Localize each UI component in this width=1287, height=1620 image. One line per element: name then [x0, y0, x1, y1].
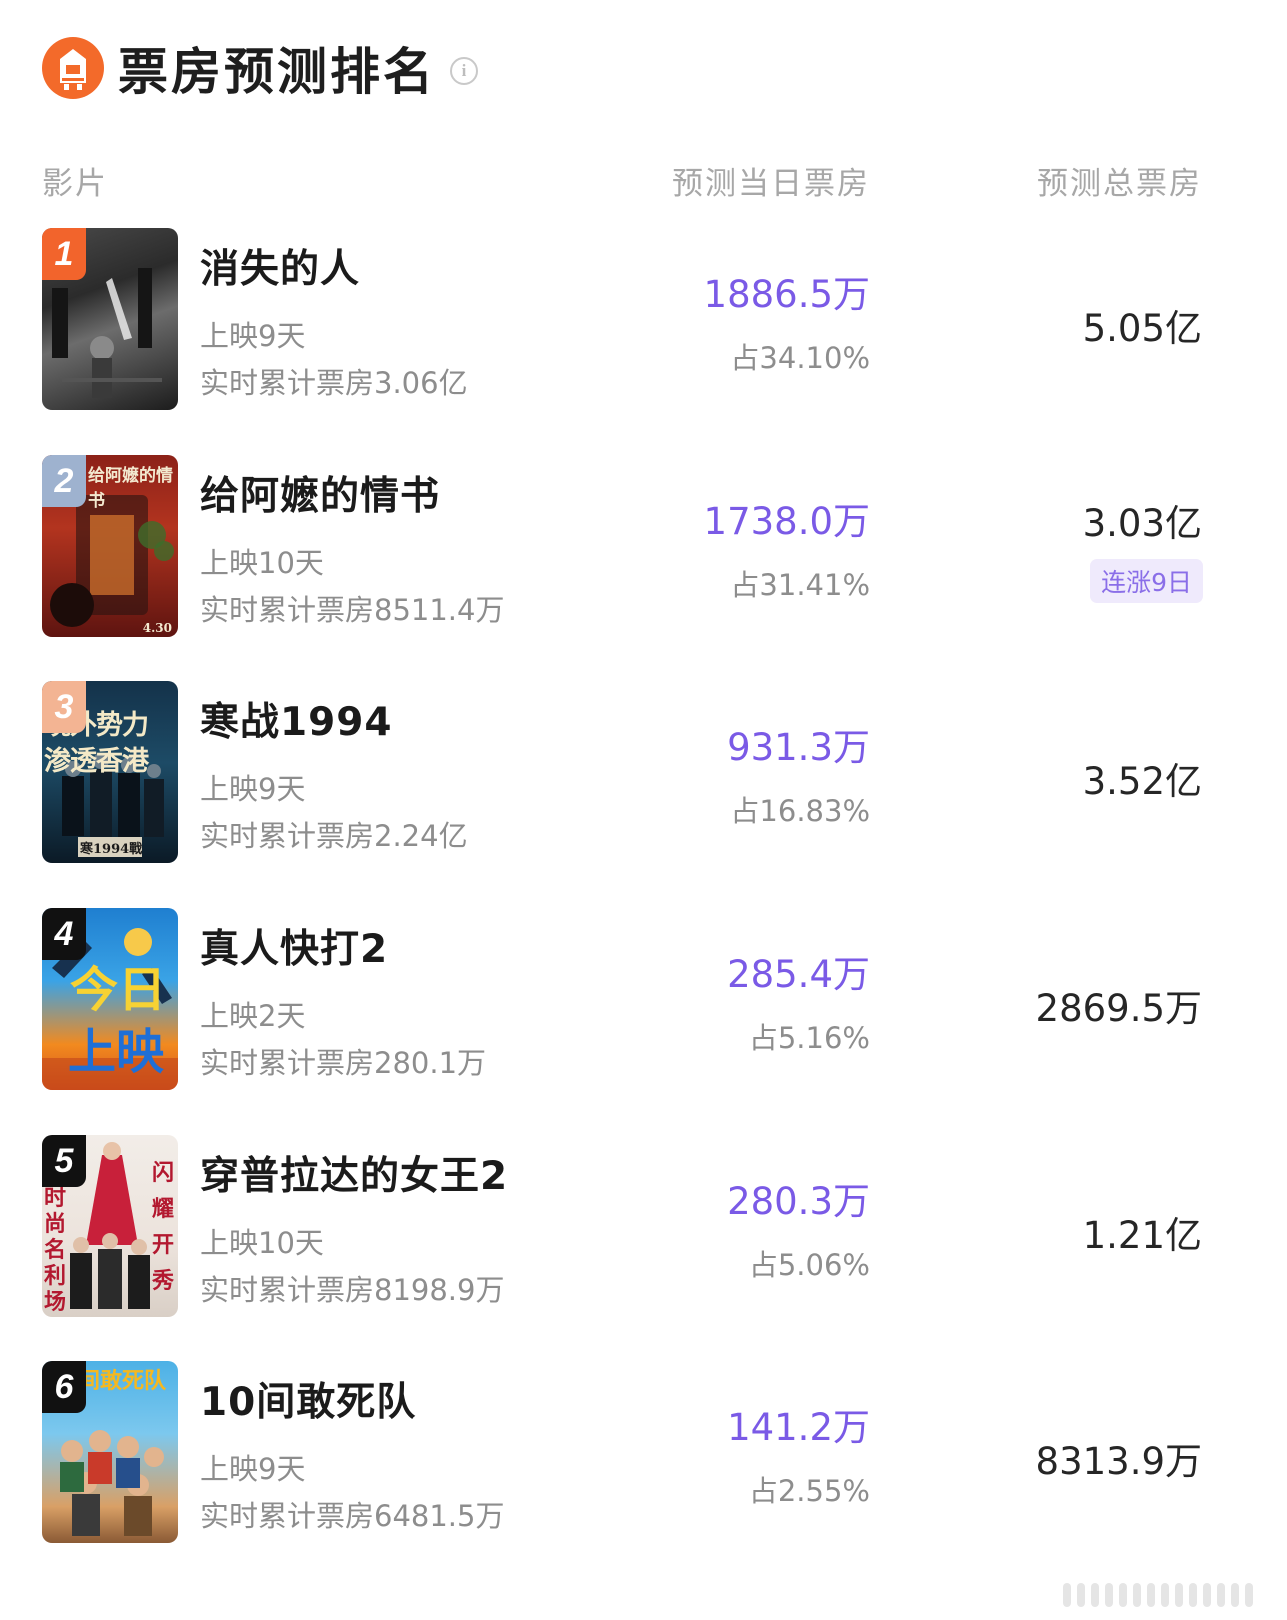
poster-side-text: 时尚名利场: [44, 1185, 67, 1315]
watermark: [1063, 1580, 1273, 1610]
daily-share: 占5.16%: [748, 1021, 870, 1055]
cumulative-box-office: 实时累计票房8198.9万: [200, 1273, 505, 1307]
poster-title-text: 上映: [68, 1024, 165, 1080]
rank-badge: 1: [42, 228, 86, 280]
page-header: 票房预测排名 i: [42, 36, 478, 101]
total-forecast: 1.21亿: [1082, 1214, 1202, 1257]
rank-badge: 3: [42, 681, 86, 733]
cumulative-box-office: 实时累计票房8511.4万: [200, 593, 505, 627]
days-in-release: 上映9天: [200, 1452, 306, 1486]
daily-share: 占31.41%: [730, 568, 870, 602]
days-in-release: 上映10天: [200, 1226, 324, 1260]
total-forecast: 3.52亿: [1082, 760, 1202, 803]
daily-forecast: 931.3万: [727, 726, 870, 769]
column-header-total-forecast[interactable]: 预测总票房: [1037, 158, 1202, 203]
film-title[interactable]: 真人快打2: [200, 918, 388, 974]
film-title[interactable]: 消失的人: [200, 238, 360, 294]
rank-badge: 6: [42, 1361, 86, 1413]
poster-title-text: 间敢死队: [78, 1368, 167, 1394]
film-title[interactable]: 10间敢死队: [200, 1371, 416, 1427]
film-poster[interactable]: 时尚名利场 闪耀开秀 5: [42, 1135, 178, 1317]
film-row-4[interactable]: 今日 上映 4 真人快打2 上映2天 实时累计票房280.1万 285.4万 占…: [0, 908, 1287, 1098]
film-title[interactable]: 寒战1994: [200, 691, 393, 747]
film-title[interactable]: 给阿嬷的情书: [200, 465, 440, 521]
film-row-5[interactable]: 时尚名利场 闪耀开秀 5 穿普拉达的女王2 上映10天 实时累计票房8198.9…: [0, 1135, 1287, 1325]
daily-forecast: 285.4万: [727, 953, 870, 996]
info-icon[interactable]: i: [450, 57, 478, 85]
rank-badge: 2: [42, 455, 86, 507]
poster-date-text: 4.30: [142, 621, 172, 635]
poster-side-text: 闪耀开秀: [152, 1160, 175, 1294]
film-title[interactable]: 穿普拉达的女王2: [200, 1145, 508, 1201]
film-row-2[interactable]: 给阿嬷的情书 4.30 2 给阿嬷的情书 上映10天 实时累计票房8511.4万…: [0, 455, 1287, 645]
film-row-6[interactable]: 间敢死队 6 10间敢死队 上映9天 实时累计票房6481.5万 141.2万 …: [0, 1361, 1287, 1551]
daily-share: 占16.83%: [730, 794, 870, 828]
daily-share: 占34.10%: [730, 341, 870, 375]
cumulative-box-office: 实时累计票房6481.5万: [200, 1499, 505, 1533]
poster-title-text: 渗透香港: [44, 746, 149, 777]
days-in-release: 上映9天: [200, 319, 306, 353]
poster-logo-text: 寒1994戰: [80, 842, 143, 857]
film-poster[interactable]: 间敢死队 6: [42, 1361, 178, 1543]
poster-title-text: 今日: [70, 962, 167, 1018]
daily-share: 占5.06%: [748, 1248, 870, 1282]
column-header-daily-forecast[interactable]: 预测当日票房: [672, 158, 870, 203]
cinema-logo-icon: [42, 37, 104, 99]
daily-forecast: 1886.5万: [703, 273, 870, 316]
cumulative-box-office: 实时累计票房3.06亿: [200, 366, 468, 400]
total-forecast: 8313.9万: [1035, 1440, 1202, 1483]
cumulative-box-office: 实时累计票房280.1万: [200, 1046, 487, 1080]
film-poster[interactable]: 给阿嬷的情书 4.30 2: [42, 455, 178, 637]
total-forecast: 2869.5万: [1035, 987, 1202, 1030]
film-row-1[interactable]: 1 消失的人 上映9天 实时累计票房3.06亿 1886.5万 占34.10% …: [0, 228, 1287, 418]
film-poster[interactable]: 境外势力 渗透香港 寒1994戰 3: [42, 681, 178, 863]
film-poster[interactable]: 1: [42, 228, 178, 410]
daily-share: 占2.55%: [748, 1474, 870, 1508]
rank-badge: 5: [42, 1135, 86, 1187]
daily-forecast: 1738.0万: [703, 500, 870, 543]
days-in-release: 上映10天: [200, 546, 324, 580]
days-in-release: 上映9天: [200, 772, 306, 806]
total-forecast: 5.05亿: [1082, 307, 1202, 350]
daily-forecast: 280.3万: [727, 1180, 870, 1223]
poster-title-text: 给阿嬷的情书: [88, 466, 173, 511]
days-in-release: 上映2天: [200, 999, 306, 1033]
column-header-film: 影片: [42, 166, 108, 202]
rising-streak-badge: 连涨9日: [1090, 559, 1203, 603]
cumulative-box-office: 实时累计票房2.24亿: [200, 819, 468, 853]
total-forecast: 3.03亿: [1082, 502, 1202, 545]
page-title: 票房预测排名: [118, 43, 436, 101]
film-poster[interactable]: 今日 上映 4: [42, 908, 178, 1090]
daily-forecast: 141.2万: [727, 1406, 870, 1449]
rank-badge: 4: [42, 908, 86, 960]
film-row-3[interactable]: 境外势力 渗透香港 寒1994戰 3 寒战1994 上映9天 实时累计票房2.2…: [0, 681, 1287, 871]
